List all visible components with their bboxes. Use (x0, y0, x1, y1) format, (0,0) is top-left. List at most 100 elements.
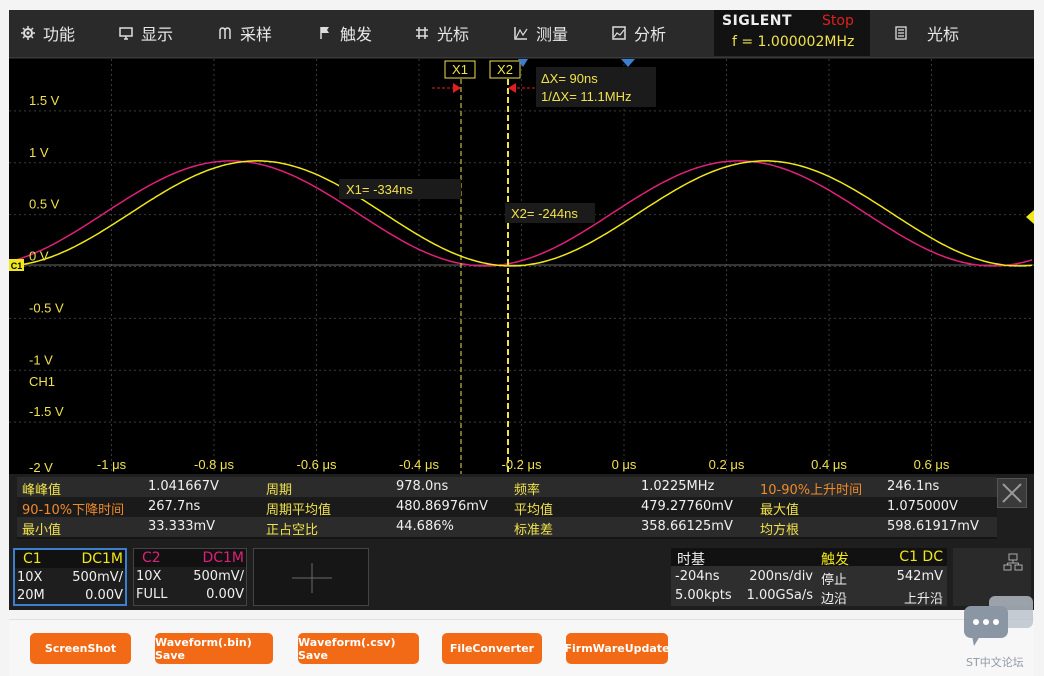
menu-bar: 功能 显示 采样 触发 光标 测量 分析 SIGLENT Stop f = 1.… (9, 10, 1034, 58)
cursor-grid-icon (416, 27, 428, 39)
trigger-panel[interactable]: 触发 C1 DC 停止 542mV 边沿 上升沿 (817, 548, 947, 607)
cursors[interactable]: X1 X2 ΔX= 90ns 1/ΔX= 11.1MHz X1= -334ns … (339, 59, 656, 474)
timebase-scale: 200ns/div (749, 569, 813, 584)
measure-value: 598.61917mV (887, 519, 979, 534)
brand-logo: SIGLENT (722, 13, 793, 29)
measure-label: 周期平均值 (266, 503, 332, 518)
frequency-counter: f = 1.000002MHz (732, 34, 855, 50)
measure-label: 最大值 (760, 503, 800, 518)
measure-label: 90-10%下降时间 (22, 503, 125, 518)
measure-value: 358.66125mV (641, 519, 733, 534)
trigger-level-marker[interactable] (1026, 210, 1034, 224)
x-tick-label: 0 μs (612, 457, 637, 472)
y-axis-labels: 1.5 V 1 V 0.5 V 0 V -0.5 V -1 V -1.5 V -2 V (29, 93, 64, 474)
ch1-settings-panel[interactable]: C1 DC1M 10X 500mV/ 20M 0.00V (13, 548, 127, 606)
menu-function[interactable]: 功能 (21, 10, 75, 56)
x-tick-label: -1 μs (97, 457, 127, 472)
measurement-row: 最小值 33.333mV 正占空比 44.686% 标准差 358.66125m… (17, 517, 997, 538)
ch2-line: 10X 500mV/ (134, 568, 246, 586)
menu-measure[interactable]: 测量 (514, 10, 568, 56)
file-converter-button[interactable]: FileConverter (442, 633, 542, 664)
ch1-scale: 500mV/ (72, 570, 123, 585)
measure-label: 最小值 (22, 523, 62, 538)
inv-delta-x-readout: 1/ΔX= 11.1MHz (541, 89, 631, 104)
ch1-line: 10X 500mV/ (15, 569, 125, 587)
y-tick-label: -1.5 V (29, 404, 64, 419)
measure-value: 1.0225MHz (641, 479, 715, 494)
measure-label: 频率 (514, 483, 541, 498)
x-axis-labels: -1 μs -0.8 μs -0.6 μs -0.4 μs -0.2 μs 0 μs 0.2… (97, 457, 950, 472)
run-state[interactable]: Stop (822, 13, 854, 29)
app-window: 功能 显示 采样 触发 光标 测量 分析 SIGLENT Stop f = 1.… (0, 0, 1044, 676)
measure-label: 周期 (266, 483, 293, 498)
trigger-type: 边沿 (821, 592, 848, 607)
menu-display[interactable]: 显示 (119, 10, 173, 56)
delta-x-readout: ΔX= 90ns (541, 71, 598, 86)
grid (9, 59, 1034, 474)
ch2-probe: 10X (136, 569, 162, 584)
trigger-level: 542mV (896, 569, 943, 584)
x1-readout: X1= -334ns (346, 182, 413, 197)
ch2-scale: 500mV/ (193, 569, 244, 584)
x-tick-label: -0.8 μs (194, 457, 235, 472)
timebase-line: -204ns 200ns/div (671, 567, 817, 586)
monitor-icon (119, 27, 133, 40)
plus-icon (292, 563, 332, 593)
waveform-display[interactable]: X1 X2 ΔX= 90ns 1/ΔX= 11.1MHz X1= -334ns … (9, 59, 1034, 474)
ch2-settings-panel[interactable]: C2 DC1M 10X 500mV/ FULL 0.00V (133, 548, 247, 606)
menu-analysis[interactable]: 分析 (612, 10, 666, 56)
menu-trigger[interactable]: 触发 (318, 10, 372, 56)
menu-analysis-label: 分析 (634, 25, 667, 44)
add-channel-button[interactable] (253, 548, 369, 606)
x-tick-label: -0.4 μs (399, 457, 440, 472)
y-tick-label: -0.5 V (29, 300, 64, 315)
ch2-name: C2 (142, 550, 161, 566)
measure-value: 246.1ns (887, 479, 940, 494)
measurement-row: 90-10%下降时间 267.7ns 周期平均值 480.86976mV 平均值… (17, 497, 997, 518)
ch2-header: C2 DC1M (134, 549, 246, 567)
ch2-line: FULL 0.00V (134, 586, 246, 604)
menu-measure-label: 测量 (536, 25, 569, 44)
ch1-probe: 10X (17, 570, 43, 585)
menu-trigger-label: 触发 (340, 25, 373, 44)
measurement-row: 峰峰值 1.041667V 周期 978.0ns 频率 1.0225MHz 10… (17, 477, 997, 498)
y-tick-label: 0.5 V (29, 197, 60, 212)
timebase-header: 时基 (671, 548, 817, 568)
measure-label: 正占空比 (266, 523, 319, 538)
toolbar: ScreenShot Waveform(.bin) Save Waveform(… (9, 619, 1034, 676)
menu-cursor[interactable]: 光标 (415, 10, 469, 56)
waveform-csv-save-button[interactable]: Waveform(.csv) Save (298, 633, 419, 664)
ch1-coupling: DC1M (81, 551, 123, 567)
menu-acquire[interactable]: 采样 (218, 10, 272, 56)
forum-watermark: ST中文论坛 (966, 656, 1024, 669)
timebase-title: 时基 (677, 552, 705, 568)
firmware-update-button[interactable]: FirmWareUpdate (564, 633, 670, 664)
close-icon (1002, 483, 1022, 503)
trigger-slope: 上升沿 (903, 592, 943, 607)
measure-value: 1.075000V (887, 499, 958, 514)
trigger-header: 触发 C1 DC (817, 548, 947, 568)
ch2-offset: 0.00V (206, 587, 244, 602)
y-tick-label: -1 V (29, 352, 53, 367)
measure-value: 480.86976mV (396, 499, 488, 514)
x-tick-label: -0.2 μs (501, 457, 542, 472)
forum-chat-icon[interactable] (962, 592, 1038, 648)
measure-value: 1.041667V (148, 479, 219, 494)
menu-display-label: 显示 (141, 25, 174, 44)
gear-icon (21, 26, 35, 40)
y-tick-label: 0 V (29, 249, 49, 264)
ch1-offset: 0.00V (85, 588, 123, 603)
menu-cursor-right[interactable]: 光标 (895, 10, 959, 56)
ch1-name: C1 (23, 551, 42, 567)
close-measurements-button[interactable] (997, 478, 1027, 508)
screenshot-button[interactable]: ScreenShot (30, 633, 131, 664)
waveform-bin-save-button[interactable]: Waveform(.bin) Save (155, 633, 273, 664)
measure-value: 33.333mV (148, 519, 216, 534)
menu-function-label: 功能 (43, 25, 76, 44)
ch1-offset-marker-label: C1 (11, 261, 23, 271)
measure-label: 平均值 (514, 503, 554, 518)
cursor-x2-tag: X2 (497, 62, 513, 77)
timebase-panel[interactable]: 时基 -204ns 200ns/div 5.00kpts 1.00GSa/s (671, 548, 817, 606)
timebase-points: 5.00kpts (675, 588, 732, 603)
x-tick-label: -0.6 μs (296, 457, 337, 472)
